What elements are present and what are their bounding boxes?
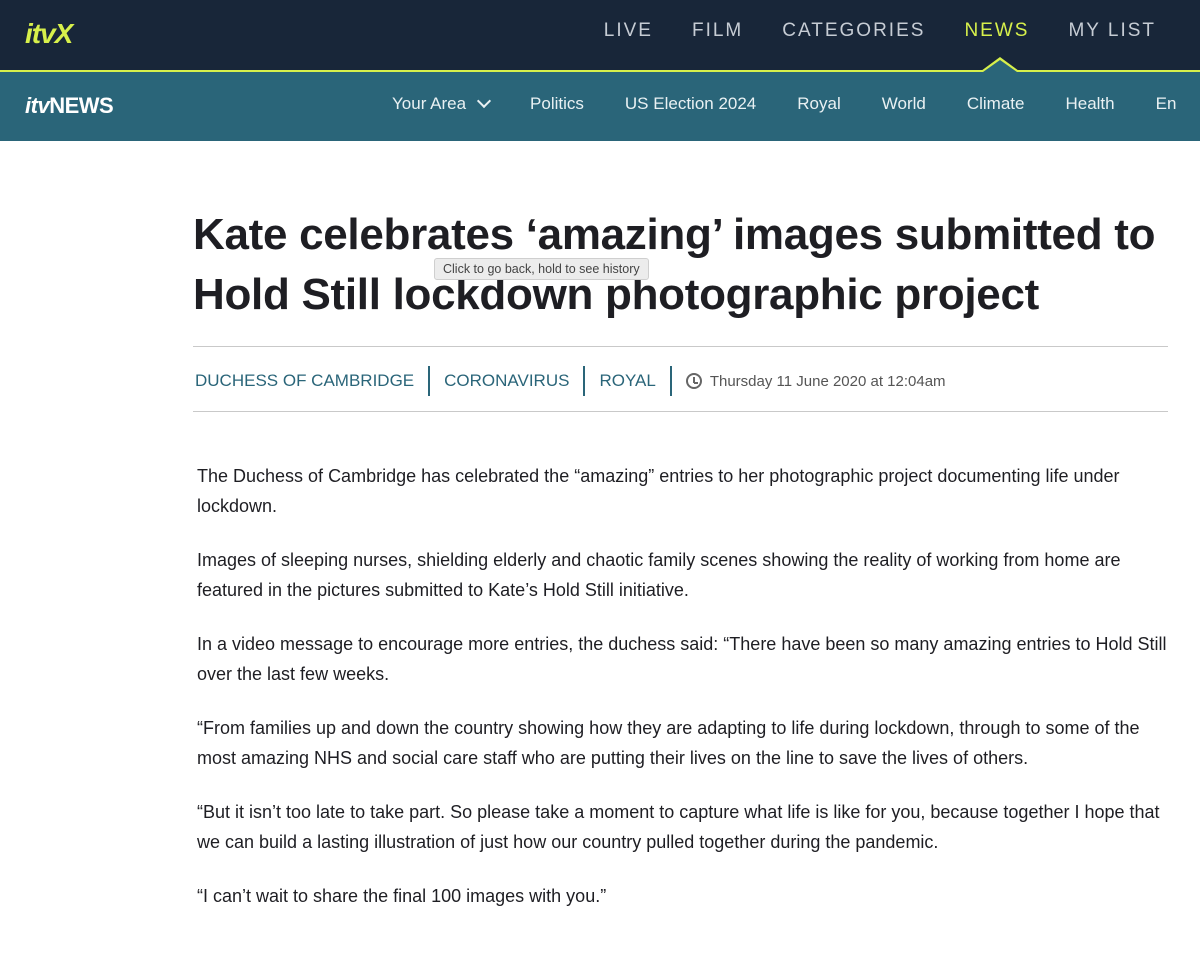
top-nav: LIVE FILM CATEGORIES NEWS MY LIST: [604, 20, 1156, 42]
logo-itv-text: itv: [25, 93, 50, 118]
article-paragraph: In a video message to encourage more ent…: [197, 634, 1167, 684]
article-paragraph: “I can’t wait to share the final 100 ima…: [197, 886, 607, 906]
tag-royal[interactable]: ROYAL: [599, 371, 655, 391]
news-nav: Your Area Politics US Election 2024 Roya…: [392, 93, 1200, 114]
nav-film[interactable]: FILM: [692, 20, 743, 42]
nav-categories[interactable]: CATEGORIES: [782, 20, 925, 42]
publish-date: Thursday 11 June 2020 at 12:04am: [685, 372, 946, 390]
nav-world[interactable]: World: [882, 94, 926, 114]
nav-health[interactable]: Health: [1065, 94, 1114, 114]
nav-news[interactable]: NEWS: [964, 20, 1029, 42]
itv-news-logo[interactable]: itvNEWS: [25, 93, 114, 119]
top-nav-bar: itvX LIVE FILM CATEGORIES NEWS MY LIST: [0, 0, 1200, 72]
nav-royal[interactable]: Royal: [797, 94, 840, 114]
nav-live[interactable]: LIVE: [604, 20, 653, 42]
nav-politics[interactable]: Politics: [530, 94, 584, 114]
article-title: Kate celebrates ‘amazing’ images submitt…: [193, 210, 1156, 319]
tag-divider: [669, 366, 672, 396]
article-paragraph: “From families up and down the country s…: [197, 718, 1140, 768]
tag-duchess-of-cambridge[interactable]: DUCHESS OF CAMBRIDGE: [195, 371, 414, 391]
article-paragraph: The Duchess of Cambridge has celebrated …: [197, 466, 1120, 516]
article-meta: DUCHESS OF CAMBRIDGE CORONAVIRUS ROYAL T…: [193, 346, 1168, 412]
news-nav-bar: itvNEWS Your Area Politics US Election 2…: [0, 72, 1200, 141]
nav-my-list[interactable]: MY LIST: [1068, 20, 1156, 42]
logo-news-text: NEWS: [49, 93, 114, 118]
article-body: The Duchess of Cambridge has celebrated …: [197, 461, 1167, 935]
tag-coronavirus[interactable]: CORONAVIRUS: [444, 371, 569, 391]
clock-icon: [685, 373, 702, 389]
nav-us-election[interactable]: US Election 2024: [625, 94, 756, 114]
active-nav-indicator-fill: [983, 60, 1017, 72]
article-paragraph: Images of sleeping nurses, shielding eld…: [197, 550, 1121, 600]
chevron-down-icon: [476, 93, 492, 109]
your-area-label: Your Area: [392, 94, 467, 113]
nav-your-area[interactable]: Your Area: [392, 93, 492, 114]
back-button-tooltip: Click to go back, hold to see history: [434, 258, 649, 280]
itvx-logo[interactable]: itvX: [25, 18, 73, 50]
tag-divider: [428, 366, 431, 396]
article-paragraph: “But it isn’t too late to take part. So …: [197, 802, 1160, 852]
nav-climate[interactable]: Climate: [967, 94, 1025, 114]
publish-date-text: Thursday 11 June 2020 at 12:04am: [709, 372, 946, 390]
tag-divider: [583, 366, 586, 396]
tag-list: DUCHESS OF CAMBRIDGE CORONAVIRUS ROYAL T…: [195, 366, 946, 396]
nav-en[interactable]: En: [1156, 94, 1177, 114]
